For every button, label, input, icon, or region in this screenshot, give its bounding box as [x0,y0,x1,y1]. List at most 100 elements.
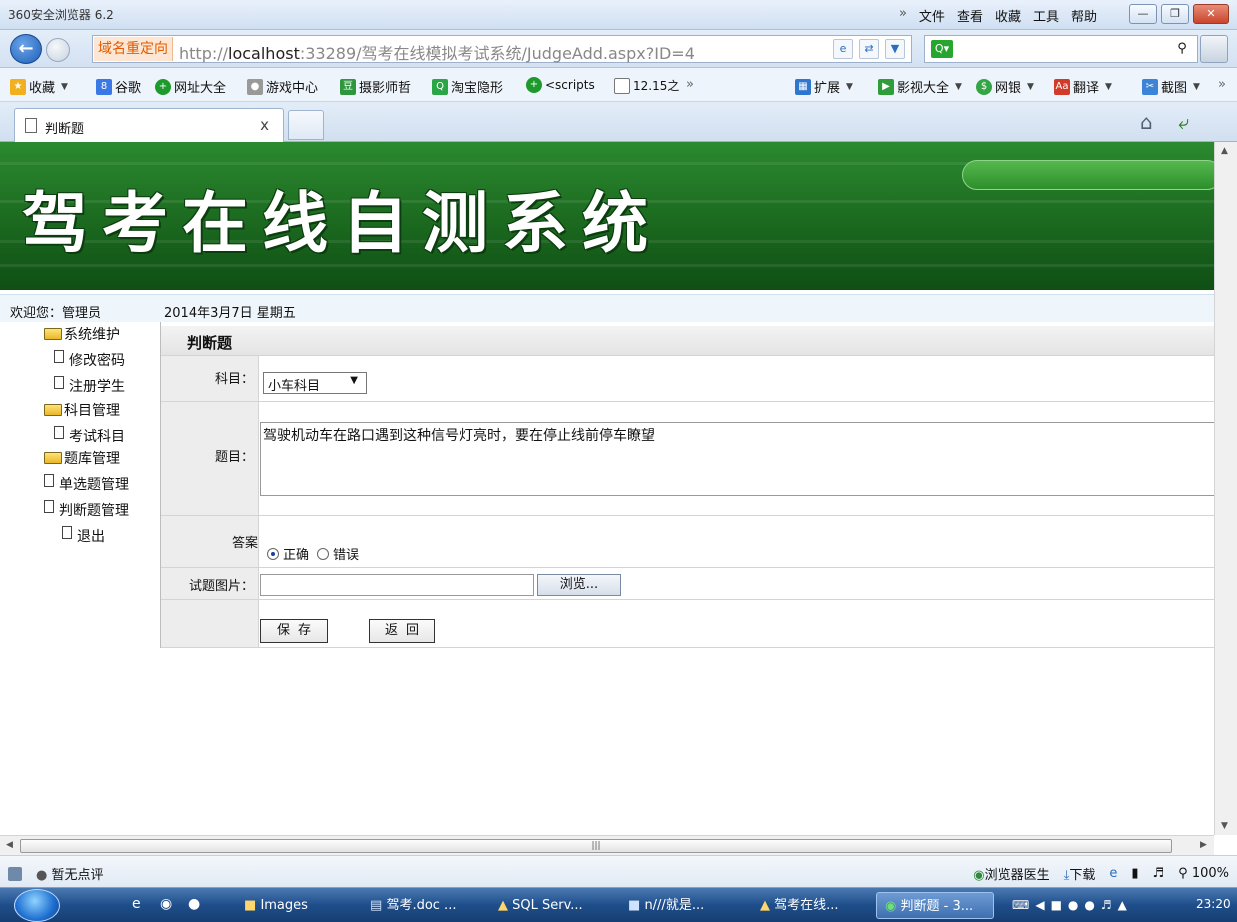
window-icon[interactable]: ▮ [1131,866,1138,881]
tree-folder-subjects[interactable]: 科目管理 [44,400,120,420]
close-icon[interactable]: x [260,116,269,134]
star-icon: ★ [10,78,26,95]
tree-item-exam-subjects[interactable]: 考试科目 [54,425,125,446]
redirect-badge[interactable]: 域名重定向 [94,37,173,61]
document-icon [44,473,54,487]
menu-file[interactable]: 文件 [919,6,945,25]
document-icon [62,525,72,539]
browser-titlebar: 360安全浏览器 6.2 » 文件 查看 收藏 工具 帮助 — ❐ ✕ [0,0,1237,30]
fav-item-games[interactable]: ● 游戏中心 [247,77,318,96]
menu-overflow[interactable]: » [899,6,907,25]
search-input[interactable]: Q▾ ⚲ [924,35,1198,63]
fav-item-google[interactable]: 8 谷歌 [96,77,141,96]
ie-quicklaunch-icon[interactable]: e [132,896,141,912]
forward-button[interactable] [46,38,70,62]
answer-radio-true[interactable] [267,547,279,560]
ext-screenshot[interactable]: ✂ 截图 ▼ [1142,77,1200,96]
dropdown-icon[interactable]: ▼ [885,39,905,59]
fav-item-favorites[interactable]: ★ 收藏 ▼ [10,77,68,96]
address-field[interactable]: 域名重定向 http://localhost:33289/驾考在线模拟考试系统/… [92,35,912,63]
menu-view[interactable]: 查看 [957,6,983,25]
tree-item-judge-questions[interactable]: 判断题管理 [44,499,129,520]
horizontal-scroll-thumb[interactable]: ||| [20,839,1172,853]
fav-item-taobao[interactable]: Q 淘宝隐形 [432,77,503,96]
tab-judge[interactable]: 判断题 x [14,108,284,142]
new-tab-button[interactable] [288,110,324,140]
media-quicklaunch-icon[interactable]: ● [188,896,200,912]
search-engine-icon[interactable]: Q▾ [931,40,953,58]
tree-folder-question-bank[interactable]: 题库管理 [44,448,120,468]
zoom-control[interactable]: ⚲ 100% [1178,866,1229,881]
scroll-up-icon[interactable]: ▲ [1221,146,1228,156]
fav-item-scripts[interactable]: + <scripts [526,77,595,93]
task-images[interactable]: ■ Images [236,892,336,919]
keyboard-icon[interactable]: ⌨ [1012,892,1029,919]
task-n-window[interactable]: ■ n///就是... [620,892,738,919]
search-icon[interactable]: ⚲ [1171,39,1193,59]
image-file-input[interactable] [260,574,534,596]
download-button[interactable]: ⤓下载 [1064,864,1096,883]
task-jiakao[interactable]: ▲ 驾考在线... [752,892,870,919]
ie-mode-icon[interactable]: e [833,39,853,59]
speed-mode-icon[interactable]: ⇄ [859,39,879,59]
tree-item-change-password[interactable]: 修改密码 [54,349,125,370]
tree-item-single-choice[interactable]: 单选题管理 [44,473,129,494]
undo-icon[interactable]: ⤶ [1178,110,1189,134]
task-judge-page[interactable]: ◉ 判断题 - 3... [876,892,994,919]
task-word-doc[interactable]: ▤ 驾考.doc ... [362,892,480,919]
answer-option-false-label[interactable]: 错误 [333,544,359,563]
ext-video[interactable]: ▶ 影视大全 ▼ [878,77,962,96]
signal-icon[interactable]: ▲ [1118,892,1127,919]
menu-favorites[interactable]: 收藏 [995,6,1021,25]
user-avatar-icon[interactable] [1200,35,1228,63]
task-sql-server[interactable]: ▲ SQL Serv... [490,892,608,919]
tree-item-register-student[interactable]: 注册学生 [54,375,125,396]
answer-radio-false[interactable] [317,547,330,560]
question-textarea[interactable]: 驾驶机动车在路口遇到这种信号灯亮时，要在停止线前停车瞭望 [260,422,1214,496]
maximize-button[interactable]: ❐ [1161,4,1189,24]
date-text: 2014年3月7日 星期五 [164,306,296,321]
extensions-icon: ▦ [795,78,811,95]
answer-option-true-label[interactable]: 正确 [283,544,309,563]
url-text[interactable]: http://localhost:33289/驾考在线模拟考试系统/JudgeA… [179,40,695,64]
fav-item-sitenav[interactable]: + 网址大全 [155,77,226,96]
browser-doctor[interactable]: ◉浏览器医生 [973,864,1049,883]
start-button[interactable] [14,889,60,922]
minimize-button[interactable]: — [1129,4,1157,24]
ie-icon[interactable]: e [1109,866,1117,881]
save-button[interactable]: 保存 [260,619,328,643]
ext-overflow[interactable]: » [1218,77,1226,92]
back-button[interactable]: 返回 [369,619,435,643]
vertical-scrollbar[interactable]: ▲ ▼ [1214,142,1237,835]
back-button[interactable]: ← [10,34,42,64]
close-button[interactable]: ✕ [1193,4,1229,24]
ext-extensions[interactable]: ▦ 扩展 ▼ [795,77,853,96]
volume-icon[interactable]: ♬ [1101,892,1112,919]
menu-tools[interactable]: 工具 [1033,6,1059,25]
fav-item-1215[interactable]: 12.15之 [614,77,679,94]
user-tray-icon[interactable]: ● [1084,892,1094,919]
document-icon [54,375,64,389]
fav-item-photographer[interactable]: 豆 摄影师哲 [340,77,411,96]
tree-item-logout[interactable]: 退出 [62,525,105,546]
home-icon[interactable]: ⌂ [1140,110,1153,134]
qq-icon[interactable]: ● [1068,892,1078,919]
tray-expand-icon[interactable]: ◀ [1035,892,1044,919]
scroll-right-icon[interactable]: ▶ [1200,840,1207,850]
rating-status[interactable]: ● 暂无点评 [36,864,104,883]
subject-select[interactable]: 小车科目 ▼ [263,372,367,394]
browse-button[interactable]: 浏览... [537,574,621,596]
sidebar-toggle-icon[interactable] [8,866,22,881]
sound-icon[interactable]: ♬ [1153,866,1165,881]
360-quicklaunch-icon[interactable]: ◉ [160,896,172,912]
menu-help[interactable]: 帮助 [1071,6,1097,25]
clock[interactable]: 23:20 [1196,897,1231,911]
fav-overflow[interactable]: » [686,77,694,92]
ext-translate[interactable]: Aa 翻译 ▼ [1054,77,1112,96]
network-icon[interactable]: ■ [1051,892,1062,919]
horizontal-scrollbar[interactable]: ◀ ||| ▶ [0,835,1214,855]
scroll-left-icon[interactable]: ◀ [6,840,13,850]
ext-bank[interactable]: $ 网银 ▼ [976,77,1034,96]
scroll-down-icon[interactable]: ▼ [1221,821,1228,831]
tree-folder-system[interactable]: 系统维护 [44,324,120,344]
